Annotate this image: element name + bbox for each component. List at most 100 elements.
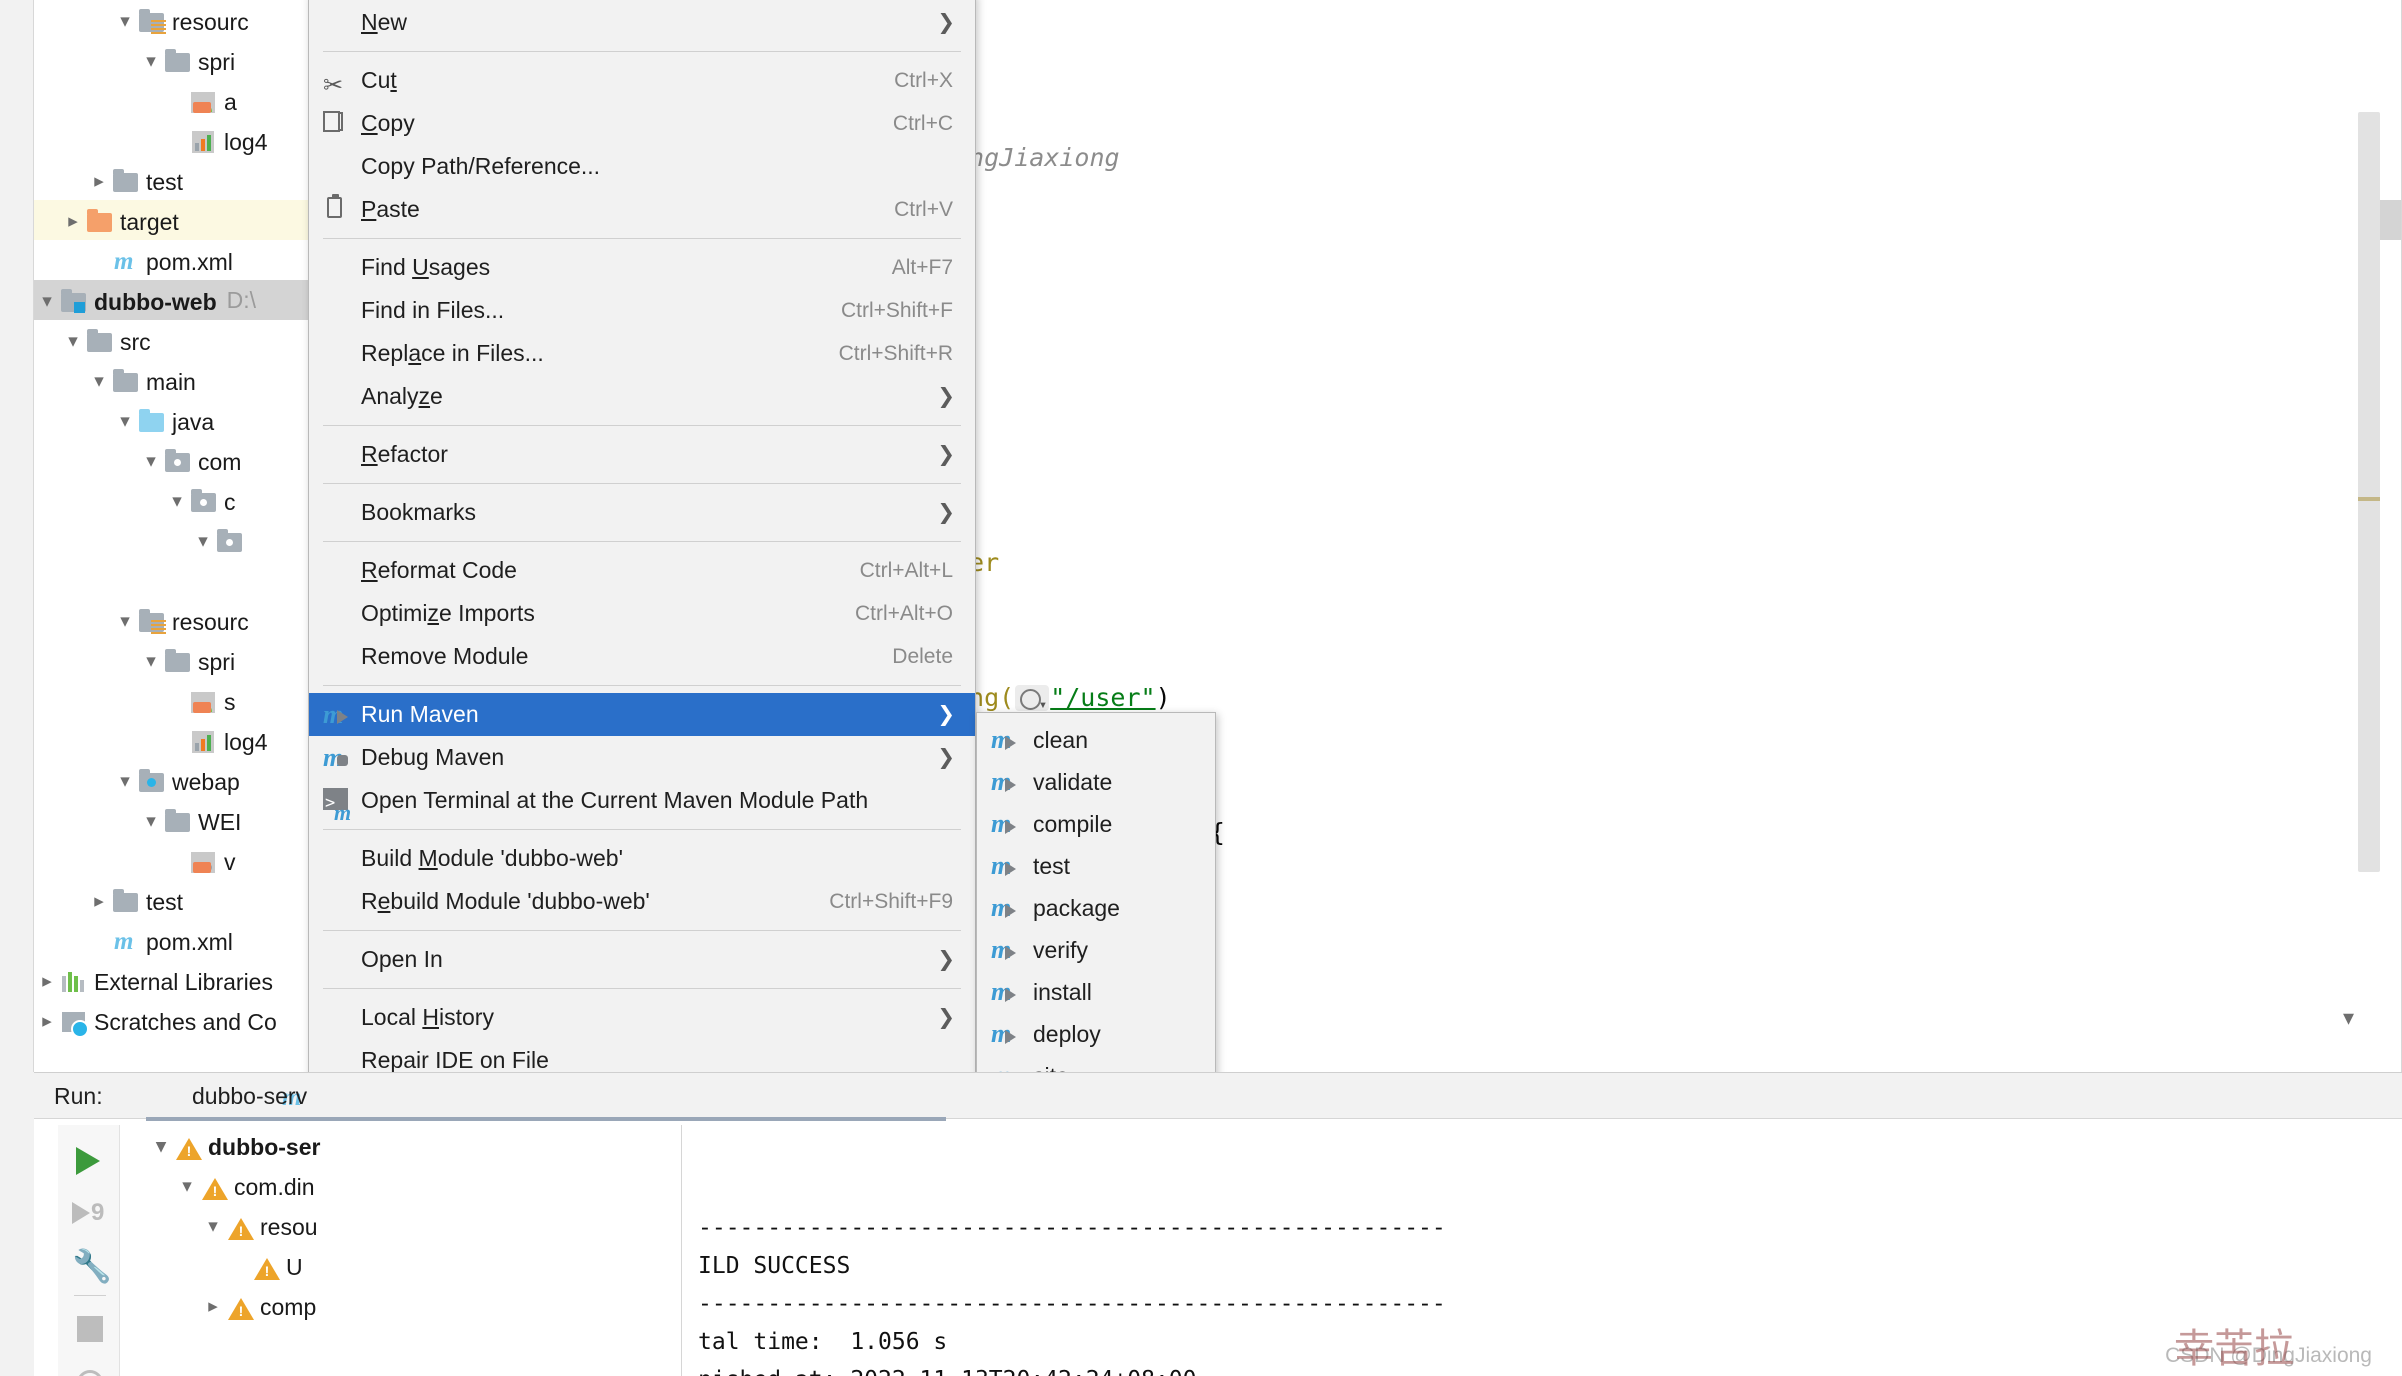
chevron-right-icon[interactable]: ▸ <box>86 882 112 922</box>
chevron-down-icon[interactable]: ▾ <box>138 802 164 842</box>
run-tree-row[interactable]: U <box>122 1245 681 1285</box>
tree-row[interactable]: a <box>34 80 335 120</box>
tree-row[interactable]: ▸ test <box>34 880 335 920</box>
tree-row[interactable]: ▾ resourc <box>34 0 335 40</box>
stop-icon[interactable] <box>72 1311 108 1347</box>
menu-item-open-terminal-at-the-current-maven-module-path[interactable]: Open Terminal at the Current Maven Modul… <box>309 779 975 834</box>
tree-row-label: spri <box>198 648 236 675</box>
tree-row[interactable]: ▾ src <box>34 320 335 360</box>
menu-item-find-usages[interactable]: Find Usages Alt+F7 <box>309 246 975 289</box>
maven-goal-deploy[interactable]: deploy <box>977 1013 1215 1055</box>
menu-separator <box>323 51 961 52</box>
tree-row[interactable]: ▸ test <box>34 160 335 200</box>
editor-scroll-marker-tab[interactable] <box>2380 200 2402 240</box>
run-toolbar[interactable]: 9 🔧 <box>58 1125 120 1376</box>
menu-item-bookmarks[interactable]: Bookmarks ❯ <box>309 491 975 534</box>
chevron-down-icon[interactable]: ▾ <box>60 322 86 362</box>
run-tree-row[interactable]: ▾ resou <box>122 1205 681 1245</box>
tree-row[interactable]: ▾ spri <box>34 40 335 80</box>
tree-row[interactable] <box>34 560 335 600</box>
menu-item-remove-module[interactable]: Remove Module Delete <box>309 635 975 678</box>
tree-row[interactable]: s <box>34 680 335 720</box>
menu-item-copy[interactable]: Copy Ctrl+C <box>309 102 975 145</box>
project-tree-panel[interactable]: ▾ resourc ▾ spri a log4 ▸ test ▸ target m pom… <box>34 0 336 1072</box>
tree-row[interactable]: ▾ webap <box>34 760 335 800</box>
tree-row-label: test <box>146 888 184 915</box>
chevron-down-icon[interactable]: ▾ <box>148 1127 174 1167</box>
tree-row[interactable]: ▸ Scratches and Co <box>34 1000 335 1040</box>
run-output-tree[interactable]: ▾ dubbo-ser ▾ com.din ▾ resou U ▸ comp <box>122 1125 682 1376</box>
chevron-down-icon[interactable]: ▾ <box>138 442 164 482</box>
editor-fold-chevron-icon[interactable]: ▾ <box>2343 1005 2354 1031</box>
tree-row[interactable]: ▾ java <box>34 400 335 440</box>
menu-item-replace-in-files[interactable]: Replace in Files... Ctrl+Shift+R <box>309 332 975 375</box>
run-tab-name[interactable]: dubbo-serv <box>192 1073 307 1119</box>
menu-item-optimize-imports[interactable]: Optimize Imports Ctrl+Alt+O <box>309 592 975 635</box>
chevron-down-icon[interactable]: ▾ <box>112 402 138 442</box>
menu-item-reformat-code[interactable]: Reformat Code Ctrl+Alt+L <box>309 549 975 592</box>
tree-row[interactable]: ▾ main <box>34 360 335 400</box>
run-tree-row[interactable]: ▾ com.din <box>122 1165 681 1205</box>
chevron-right-icon[interactable]: ▸ <box>200 1287 226 1327</box>
web-url-gutter-icon[interactable] <box>1015 683 1050 728</box>
tree-row[interactable]: ▾ <box>34 520 335 560</box>
chevron-down-icon[interactable]: ▾ <box>138 642 164 682</box>
maven-goal-verify[interactable]: verify <box>977 929 1215 971</box>
maven-goal-package[interactable]: package <box>977 887 1215 929</box>
menu-item-build-module-dubbo-web[interactable]: Build Module 'dubbo-web' <box>309 837 975 880</box>
menu-item-debug-maven[interactable]: Debug Maven ❯ <box>309 736 975 779</box>
menu-item-refactor[interactable]: Refactor ❯ <box>309 433 975 476</box>
menu-item-open-in[interactable]: Open In ❯ <box>309 938 975 981</box>
tree-row[interactable]: ▾ c <box>34 480 335 520</box>
tree-row[interactable]: log4 <box>34 120 335 160</box>
tree-row[interactable]: v <box>34 840 335 880</box>
maven-goal-compile[interactable]: compile <box>977 803 1215 845</box>
menu-item-new[interactable]: New ❯ <box>309 1 975 44</box>
chevron-down-icon[interactable]: ▾ <box>164 482 190 522</box>
chevron-down-icon[interactable]: ▾ <box>34 282 60 322</box>
chevron-down-icon[interactable]: ▾ <box>174 1167 200 1207</box>
chevron-down-icon[interactable]: ▾ <box>112 762 138 802</box>
chevron-right-icon[interactable]: ▸ <box>86 162 112 202</box>
tree-row[interactable]: log4 <box>34 720 335 760</box>
chevron-down-icon[interactable]: ▾ <box>190 522 216 562</box>
chevron-down-icon[interactable]: ▾ <box>86 362 112 402</box>
chevron-down-icon[interactable]: ▾ <box>200 1207 226 1247</box>
chevron-down-icon[interactable]: ▾ <box>138 42 164 82</box>
tree-row[interactable]: m pom.xml <box>34 920 335 960</box>
run-tree-row[interactable]: ▾ dubbo-ser <box>122 1125 681 1165</box>
tree-row[interactable]: ▸ External Libraries <box>34 960 335 1000</box>
run-tree-row[interactable]: ▸ comp <box>122 1285 681 1325</box>
rerun-icon[interactable] <box>72 1143 108 1179</box>
menu-item-run-maven[interactable]: Run Maven ❯ <box>309 693 975 736</box>
run-console[interactable]: ----------------------------------------… <box>684 1125 2402 1376</box>
more-icon[interactable] <box>72 1365 108 1376</box>
chevron-right-icon[interactable]: ▸ <box>34 962 60 1002</box>
maven-goal-test[interactable]: test <box>977 845 1215 887</box>
tree-row[interactable]: ▾ WEI <box>34 800 335 840</box>
menu-item-find-in-files[interactable]: Find in Files... Ctrl+Shift+F <box>309 289 975 332</box>
settings-wrench-icon[interactable]: 🔧 <box>72 1247 112 1284</box>
rerun-failed-icon[interactable]: 9 <box>72 1195 108 1231</box>
menu-item-local-history[interactable]: Local History ❯ <box>309 996 975 1039</box>
menu-item-cut[interactable]: Cut Ctrl+X <box>309 59 975 107</box>
chevron-down-icon[interactable]: ▾ <box>112 2 138 42</box>
maven-goal-install[interactable]: install <box>977 971 1215 1013</box>
maven-goal-clean[interactable]: clean <box>977 719 1215 761</box>
menu-item-analyze[interactable]: Analyze ❯ <box>309 375 975 418</box>
tree-row[interactable]: m pom.xml <box>34 240 335 280</box>
maven-goal-validate[interactable]: validate <box>977 761 1215 803</box>
tree-row[interactable]: ▾ spri <box>34 640 335 680</box>
editor-scrollbar-thumb[interactable] <box>2358 112 2380 872</box>
menu-separator <box>323 829 961 830</box>
chevron-right-icon[interactable]: ▸ <box>34 1002 60 1042</box>
menu-item-rebuild-module-dubbo-web[interactable]: Rebuild Module 'dubbo-web' Ctrl+Shift+F9 <box>309 880 975 923</box>
tree-row[interactable]: ▸ target <box>34 200 335 240</box>
tree-row[interactable]: ▾ resourc <box>34 600 335 640</box>
chevron-right-icon[interactable]: ▸ <box>60 202 86 242</box>
menu-item-paste[interactable]: Paste Ctrl+V <box>309 188 975 231</box>
tree-row[interactable]: ▾ dubbo-web D:\ <box>34 280 335 320</box>
chevron-down-icon[interactable]: ▾ <box>112 602 138 642</box>
tree-row[interactable]: ▾ com <box>34 440 335 480</box>
menu-item-copy-path-reference[interactable]: Copy Path/Reference... <box>309 145 975 188</box>
